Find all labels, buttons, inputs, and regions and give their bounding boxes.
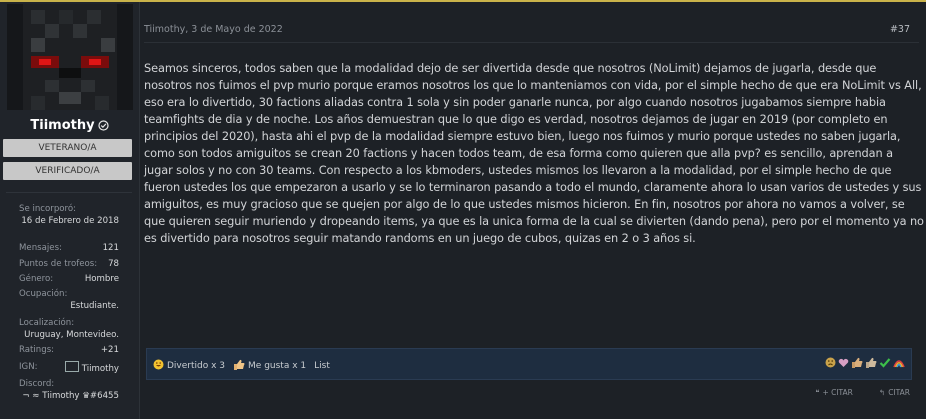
gender-value: Hombre <box>84 274 119 284</box>
gender-row: Género: Hombre <box>19 273 119 285</box>
heart-icon[interactable] <box>838 357 849 371</box>
trophy-row: Puntos de trofeos: 78 <box>19 258 119 270</box>
multiquote-label: + CITAR <box>822 388 853 397</box>
quote-button[interactable]: ↰ CITAR <box>879 388 910 397</box>
joined-block: Se incorporó: 16 de Febrero de 2018 <box>19 203 119 227</box>
ratings-row: Ratings: +21 <box>19 344 119 356</box>
messages-label: Mensajes: <box>19 243 62 253</box>
quote-label: CITAR <box>888 388 910 397</box>
post-header-divider <box>144 42 919 43</box>
trophy-value[interactable]: 78 <box>108 258 119 270</box>
occupation-label: Ocupación: <box>19 289 68 299</box>
thumbs-up-icon <box>233 359 245 373</box>
username-text[interactable]: Tiimothy <box>30 118 94 133</box>
joined-label: Se incorporó: <box>19 204 77 214</box>
post-date[interactable]: Tiimothy, 3 de Mayo de 2022 <box>144 24 283 35</box>
reply-arrow-icon: ↰ <box>878 388 886 397</box>
reactions-list-link[interactable]: List <box>314 361 330 371</box>
occupation-value: Estudiante. <box>70 301 119 311</box>
user-banner-veterano: VETERANO/A <box>3 139 132 157</box>
messages-row: Mensajes: 121 <box>19 242 119 254</box>
sad-emoji-icon[interactable] <box>825 357 836 371</box>
ign-value: Tiimothy <box>81 364 119 374</box>
verified-check-icon <box>97 120 109 135</box>
user-banner-verificado: VERIFICADO/A <box>3 162 132 180</box>
rainbow-icon[interactable] <box>893 357 905 371</box>
reactions-bar: Divertido x 3 Me gusta x 1 List <box>146 348 912 380</box>
thumbs-up-alt-icon[interactable] <box>865 357 877 371</box>
reaction-picker <box>825 357 905 371</box>
thumbs-up-react-icon[interactable] <box>851 357 863 371</box>
ratings-value[interactable]: +21 <box>101 344 119 356</box>
location-label: Localización: <box>19 318 75 328</box>
gender-label: Género: <box>19 274 54 284</box>
user-sidebar: Tiimothy VETERANO/A VERIFICADO/A Se inco… <box>0 2 140 419</box>
sidebar-divider <box>6 192 132 193</box>
quote-marks-icon: ❝ <box>815 388 820 397</box>
reaction-megusta[interactable]: Me gusta x 1 <box>233 359 306 373</box>
multiquote-button[interactable]: ❝ + CITAR <box>815 388 853 397</box>
reaction-megusta-label: Me gusta x 1 <box>248 361 307 371</box>
discord-value: ¬ ≈ Tiimothy ♛#6455 <box>22 391 119 401</box>
username[interactable]: Tiimothy <box>0 118 139 135</box>
reaction-divertido-label: Divertido x 3 <box>167 361 226 371</box>
post-body: Tiimothy, 3 de Mayo de 2022 #37 Seamos s… <box>140 2 926 419</box>
location-block: Localización: Uruguay, Montevideo. <box>19 317 119 341</box>
post-number[interactable]: #37 <box>890 24 910 35</box>
trophy-label: Puntos de trofeos: <box>19 259 98 269</box>
discord-block: Discord: ¬ ≈ Tiimothy ♛#6455 <box>19 378 119 402</box>
occupation-block: Ocupación: Estudiante. <box>19 288 119 312</box>
laugh-emoji-icon <box>153 359 164 373</box>
ratings-label: Ratings: <box>19 345 55 355</box>
ign-skin-icon <box>64 361 79 372</box>
reaction-divertido[interactable]: Divertido x 3 <box>153 359 225 373</box>
post-actions: ❝ + CITAR ↰ CITAR <box>815 388 910 397</box>
joined-value: 16 de Febrero de 2018 <box>21 216 119 226</box>
post-content: Seamos sinceros, todos saben que la moda… <box>144 61 924 245</box>
discord-label: Discord: <box>19 379 55 389</box>
ign-label: IGN: <box>19 362 38 372</box>
messages-value[interactable]: 121 <box>103 242 119 254</box>
location-value: Uruguay, Montevideo. <box>24 330 119 340</box>
ign-row: IGN: Tiimothy <box>19 361 119 375</box>
check-icon[interactable] <box>879 357 891 371</box>
avatar[interactable] <box>7 4 133 110</box>
